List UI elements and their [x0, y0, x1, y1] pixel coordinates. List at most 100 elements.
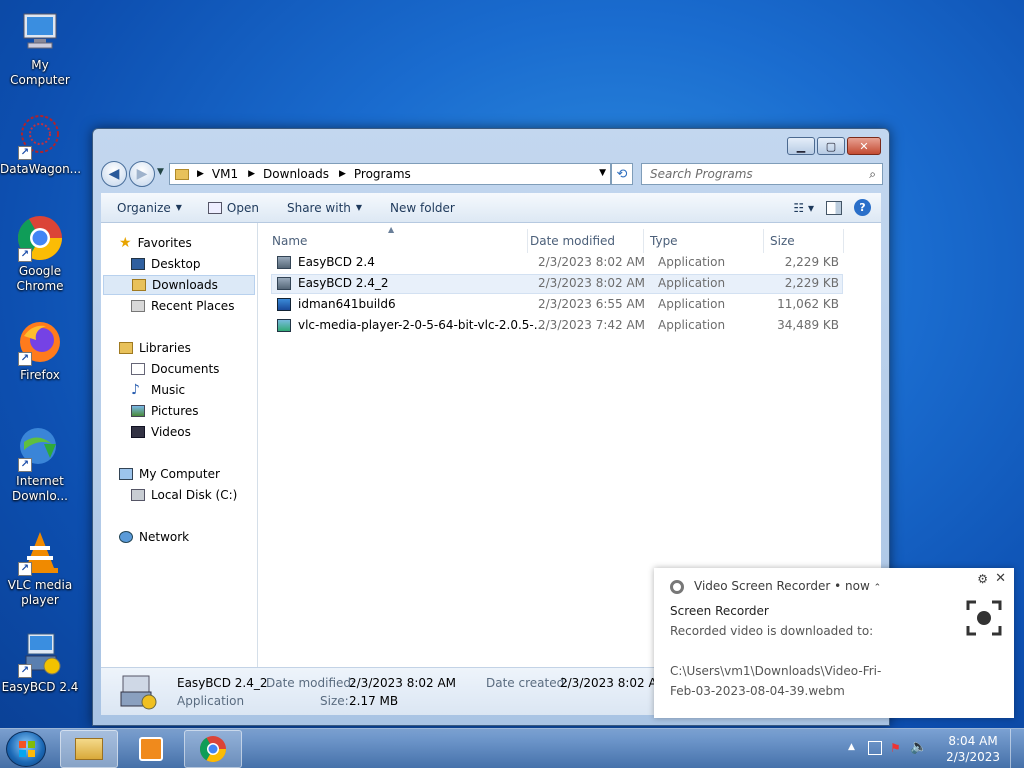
- settings-gear-icon[interactable]: ⚙: [977, 572, 988, 586]
- new-folder-button[interactable]: New folder: [390, 201, 455, 215]
- nav-desktop[interactable]: Desktop: [131, 254, 201, 274]
- taskbar-clock[interactable]: 8:04 AM 2/3/2023: [946, 733, 1000, 765]
- screen-recorder-icon: [966, 600, 1002, 636]
- taskbar-explorer-button[interactable]: [60, 730, 118, 768]
- maximize-button[interactable]: ▢: [817, 137, 845, 155]
- organize-button[interactable]: Organize ▼: [117, 201, 182, 215]
- close-button[interactable]: ✕: [847, 137, 881, 155]
- star-icon: ★: [119, 235, 132, 251]
- clock-time: 8:04 AM: [948, 734, 998, 748]
- installer-icon: [277, 319, 291, 332]
- nav-pictures[interactable]: Pictures: [131, 401, 199, 421]
- shortcut-arrow-icon: ↗: [18, 458, 32, 472]
- folder-icon: [175, 168, 189, 180]
- nav-videos[interactable]: Videos: [131, 422, 191, 442]
- nav-my-computer[interactable]: My Computer: [119, 464, 220, 484]
- file-row-selected[interactable]: EasyBCD 2.4_2 2/3/2023 8:02 AM Applicati…: [271, 274, 843, 294]
- nav-music[interactable]: ♪ Music: [131, 380, 185, 400]
- open-app-icon: [207, 201, 222, 214]
- taskbar-chrome-button[interactable]: [184, 730, 242, 768]
- nav-network[interactable]: Network: [119, 527, 189, 547]
- documents-icon: [131, 363, 145, 375]
- taskbar: ▲ ⚑ 🔈 8:04 AM 2/3/2023: [0, 728, 1024, 768]
- nav-favorites[interactable]: ★ Favorites: [119, 233, 192, 253]
- desktop-icon-chrome[interactable]: ↗ Google Chrome: [0, 214, 80, 294]
- forward-button[interactable]: ▶: [129, 161, 155, 187]
- details-file-name: EasyBCD 2.4_2: [177, 676, 268, 690]
- computer-icon: [16, 8, 64, 56]
- chrome-icon: [670, 580, 684, 594]
- desktop-icon-datawagon[interactable]: ↗ DataWagon...: [0, 112, 81, 177]
- desktop-icon-my-computer[interactable]: My Computer: [0, 8, 80, 88]
- share-with-button[interactable]: Share with ▼: [287, 201, 362, 215]
- nav-recent-places[interactable]: Recent Places: [131, 296, 234, 316]
- command-bar: Organize ▼ Open Share with ▼ New folder ☷ …: [101, 193, 881, 223]
- close-icon[interactable]: ✕: [995, 571, 1006, 586]
- notification-path: C:\Users\vm1\Downloads\Video-Fri-: [670, 664, 882, 678]
- column-header-name[interactable]: Name ▲: [266, 225, 528, 253]
- videos-icon: [131, 426, 145, 438]
- notification-title: Screen Recorder: [670, 604, 769, 618]
- network-icon: [119, 531, 133, 543]
- details-modified-value: 2/3/2023 8:02 AM: [349, 676, 457, 690]
- notification-body: Recorded video is downloaded to:: [670, 624, 874, 638]
- window-controls: ▁ ▢ ✕: [787, 137, 881, 155]
- selected-file-icon: [119, 674, 157, 710]
- back-button[interactable]: ◀: [101, 161, 127, 187]
- chrome-icon: [199, 736, 227, 763]
- desktop-folder-icon: [131, 258, 145, 270]
- desktop-icon-internet-download-manager[interactable]: ↗ Internet Downlo...: [0, 424, 80, 504]
- easybcd-icon: ↗: [16, 630, 64, 678]
- notification-toast[interactable]: Video Screen Recorder • now ⌃ ⚙ ✕ Screen…: [654, 568, 1014, 718]
- action-center-flag-icon[interactable]: ⚑: [890, 741, 901, 755]
- open-button[interactable]: Open: [207, 201, 259, 215]
- volume-icon[interactable]: 🔈: [910, 739, 927, 755]
- nav-downloads[interactable]: Downloads: [103, 275, 255, 295]
- minimize-button[interactable]: ▁: [787, 137, 815, 155]
- desktop-icon-vlc[interactable]: ↗ VLC media player: [0, 528, 80, 608]
- search-input[interactable]: Search Programs ⌕: [641, 163, 883, 185]
- column-header-size[interactable]: Size: [764, 229, 844, 253]
- details-size-value: 2.17 MB: [349, 694, 399, 708]
- desktop-icon-easybcd[interactable]: ↗ EasyBCD 2.4: [0, 630, 80, 695]
- view-options-icon[interactable]: ☷ ▾: [793, 201, 814, 215]
- file-row[interactable]: idman641build6 2/3/2023 6:55 AM Applicat…: [271, 295, 843, 315]
- desktop-icon-firefox[interactable]: ↗ Firefox: [0, 318, 80, 383]
- help-icon[interactable]: ?: [854, 199, 871, 216]
- address-bar[interactable]: ▶ VM1 ▶ Downloads ▶ Programs ▼: [169, 163, 611, 185]
- preview-pane-icon[interactable]: [826, 200, 842, 215]
- show-hidden-icons-icon[interactable]: ▲: [848, 742, 855, 752]
- start-button[interactable]: [6, 731, 46, 767]
- breadcrumb-programs[interactable]: Programs: [354, 167, 411, 181]
- network-icon[interactable]: [868, 741, 882, 755]
- internet-download-manager-icon: ↗: [16, 424, 64, 472]
- nav-libraries[interactable]: Libraries: [119, 338, 191, 358]
- chevron-up-icon[interactable]: ⌃: [874, 583, 882, 593]
- search-icon: ⌕: [869, 167, 876, 181]
- column-header-date[interactable]: Date modified: [524, 229, 644, 253]
- details-file-type: Application: [177, 694, 245, 708]
- idm-installer-icon: [277, 298, 291, 311]
- details-modified-label: Date modified:: [266, 676, 356, 690]
- navigation-pane: ★ Favorites Desktop Downloads Recent Plac…: [101, 223, 258, 667]
- sort-ascending-icon: ▲: [388, 225, 395, 234]
- show-desktop-button[interactable]: [1010, 729, 1024, 768]
- shortcut-arrow-icon: ↗: [18, 562, 32, 576]
- system-tray: ▲ ⚑ 🔈 8:04 AM 2/3/2023: [834, 729, 1024, 768]
- vlc-cone-icon: ↗: [16, 528, 64, 576]
- notification-time: now: [845, 579, 870, 593]
- taskbar-media-player-button[interactable]: [122, 730, 180, 768]
- pictures-icon: [131, 405, 145, 417]
- nav-local-disk[interactable]: Local Disk (C:): [131, 485, 237, 505]
- file-row[interactable]: EasyBCD 2.4 2/3/2023 8:02 AM Application…: [271, 253, 843, 273]
- file-row[interactable]: vlc-media-player-2-0-5-64-bit-vlc-2.0.5-…: [271, 316, 843, 336]
- refresh-button[interactable]: ⟲: [611, 163, 633, 185]
- recent-places-icon: [131, 300, 145, 312]
- breadcrumb-downloads[interactable]: Downloads: [263, 167, 329, 181]
- column-header-type[interactable]: Type: [644, 229, 764, 253]
- recent-pages-dropdown-icon[interactable]: ▼: [157, 167, 164, 177]
- desktop-icon-label: Firefox: [20, 368, 60, 382]
- breadcrumb-vm1[interactable]: VM1: [212, 167, 238, 181]
- address-dropdown-icon[interactable]: ▼: [599, 168, 606, 178]
- nav-documents[interactable]: Documents: [131, 359, 219, 379]
